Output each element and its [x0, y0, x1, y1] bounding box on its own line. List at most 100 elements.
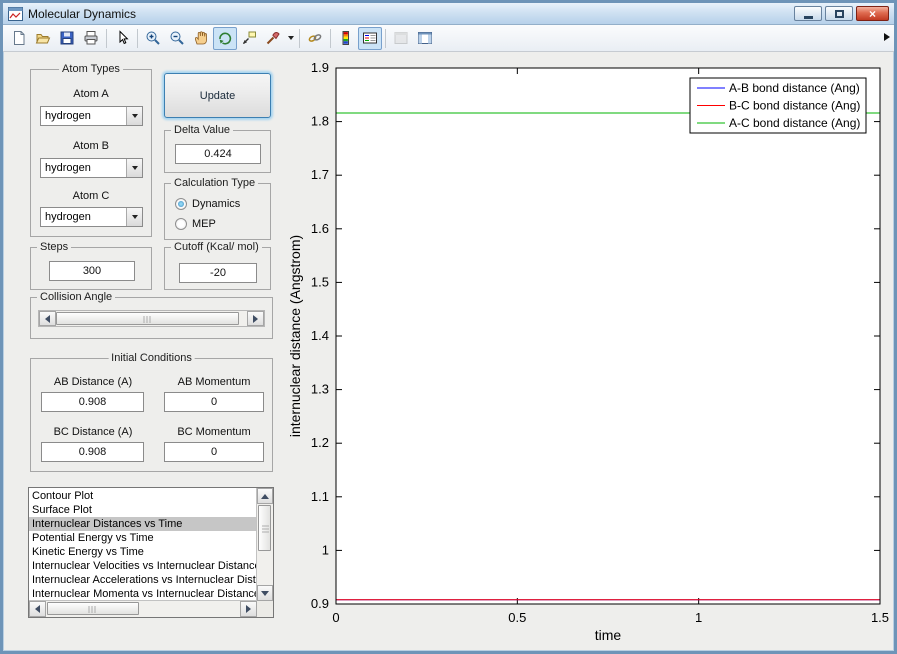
legend-entry-label: A-C bond distance (Ang) [729, 116, 860, 130]
atom-a-value: hydrogen [45, 110, 91, 122]
insert-colorbar-button[interactable] [334, 27, 358, 50]
calculation-type-panel: Calculation Type Dynamics MEP [164, 177, 271, 240]
slider-left-arrow[interactable] [39, 311, 56, 326]
ab-distance-input[interactable] [41, 392, 144, 412]
show-plot-tools-icon [418, 32, 432, 44]
brush-data-button[interactable] [261, 27, 285, 50]
data-cursor-button[interactable] [237, 27, 261, 50]
atom-types-panel: Atom Types Atom A hydrogen Atom B hydrog… [30, 63, 152, 237]
listbox-vscrollbar[interactable] [256, 488, 273, 601]
list-item[interactable]: Potential Energy vs Time [29, 531, 256, 545]
brush-data-icon [266, 32, 280, 45]
ab-momentum-label: AB Momentum [177, 376, 251, 388]
show-plot-tools-button[interactable] [413, 27, 437, 50]
window-title: Molecular Dynamics [28, 6, 137, 21]
radio-mep[interactable]: MEP [175, 217, 216, 231]
maximize-icon [834, 9, 844, 18]
vscroll-thumb[interactable] [258, 505, 271, 551]
arrow-down-icon [261, 590, 269, 596]
atom-b-value: hydrogen [45, 162, 91, 174]
zoom-out-icon [170, 31, 184, 45]
minimize-button[interactable] [794, 6, 822, 21]
atom-b-label: Atom B [72, 140, 110, 152]
window-controls: × [794, 6, 889, 21]
scroll-left-arrow[interactable] [29, 601, 46, 617]
close-button[interactable]: × [856, 6, 889, 21]
initial-conditions-panel-title: Initial Conditions [108, 352, 195, 364]
steps-input[interactable] [49, 261, 135, 281]
x-tick-label: 1 [695, 610, 702, 625]
plot-axes[interactable]: 0 0.5 1 1.5 0.9 1 1.1 1.2 1.3 1.4 1.5 1.6 1.7 1.8 1.9 t… [284, 54, 894, 651]
y-tick-label: 1.2 [311, 435, 329, 450]
bc-distance-input[interactable] [41, 442, 144, 462]
list-item[interactable]: Surface Plot [29, 503, 256, 517]
slider-right-arrow[interactable] [247, 311, 264, 326]
insert-legend-button[interactable] [358, 26, 382, 50]
ab-momentum-input[interactable] [164, 392, 264, 412]
edit-plot-button[interactable] [110, 27, 134, 50]
pan-button[interactable] [189, 27, 213, 50]
listbox-hscrollbar[interactable] [29, 600, 257, 617]
zoom-out-button[interactable] [165, 27, 189, 50]
list-item[interactable]: Contour Plot [29, 489, 256, 503]
zoom-in-button[interactable] [141, 27, 165, 50]
plot-legend[interactable]: A-B bond distance (Ang) B-C bond distance… [689, 77, 867, 134]
pan-hand-icon [194, 31, 207, 45]
open-file-button[interactable] [31, 27, 55, 50]
bc-momentum-input[interactable] [164, 442, 264, 462]
edit-plot-arrow-icon [119, 30, 129, 45]
y-axis-label: internuclear distance (Angstrom) [287, 235, 303, 437]
chevron-down-icon [131, 166, 138, 170]
update-button[interactable]: Update [164, 73, 271, 118]
hscroll-thumb[interactable] [47, 602, 139, 615]
list-item[interactable]: Internuclear Velocities vs Internuclear … [29, 559, 256, 573]
toolbar-overflow-icon[interactable] [884, 33, 890, 41]
new-figure-button[interactable] [7, 27, 31, 50]
open-file-icon [35, 34, 51, 44]
print-figure-button[interactable] [79, 27, 103, 50]
cutoff-input[interactable] [179, 263, 257, 283]
rotate-3d-icon [219, 32, 232, 45]
brush-dropdown-arrow[interactable] [285, 27, 296, 50]
rotate-3d-button[interactable] [213, 26, 237, 50]
titlebar[interactable]: Molecular Dynamics × [3, 3, 894, 25]
list-item[interactable]: Internuclear Accelerations vs Internucle… [29, 573, 256, 587]
scroll-right-arrow[interactable] [240, 601, 257, 617]
atom-a-dropdown-button[interactable] [126, 107, 142, 125]
list-item[interactable]: Internuclear Distances vs Time [29, 517, 256, 531]
figure-app-icon [8, 6, 23, 21]
hide-plot-tools-button[interactable] [389, 27, 413, 50]
y-tick-label: 1 [322, 542, 329, 557]
atom-b-dropdown[interactable]: hydrogen [40, 158, 143, 178]
collision-angle-slider[interactable] [38, 310, 265, 327]
initial-conditions-panel: Initial Conditions AB Distance (A) AB Mo… [30, 352, 273, 472]
cutoff-panel: Cutoff (Kcal/ mol) [164, 241, 271, 290]
scroll-down-arrow[interactable] [257, 585, 273, 601]
link-plot-button[interactable] [303, 27, 327, 50]
new-figure-icon [14, 31, 25, 45]
y-tick-label: 1.8 [311, 114, 329, 129]
arrow-right-icon [246, 605, 251, 613]
save-figure-icon [60, 31, 74, 45]
atom-c-dropdown-button[interactable] [126, 208, 142, 226]
plot-type-listbox[interactable]: Contour Plot Surface Plot Internuclear Dis… [28, 487, 274, 618]
plot-type-items: Contour Plot Surface Plot Internuclear Dis… [29, 489, 256, 600]
slider-thumb[interactable] [56, 312, 239, 325]
data-cursor-icon [243, 31, 256, 44]
delta-value-input[interactable] [175, 144, 261, 164]
plot-area[interactable] [336, 68, 880, 604]
collision-angle-panel-title: Collision Angle [37, 291, 116, 303]
list-item[interactable]: Internuclear Momenta vs Internuclear Dis… [29, 587, 256, 600]
list-item[interactable]: Kinetic Energy vs Time [29, 545, 256, 559]
toolbar-separator [137, 28, 138, 48]
save-figure-button[interactable] [55, 27, 79, 50]
toolbar-separator [385, 28, 386, 48]
maximize-button[interactable] [825, 6, 853, 21]
atom-c-dropdown[interactable]: hydrogen [40, 207, 143, 227]
radio-dynamics[interactable]: Dynamics [175, 197, 240, 211]
atom-a-dropdown[interactable]: hydrogen [40, 106, 143, 126]
scroll-up-arrow[interactable] [257, 488, 273, 504]
chevron-down-icon [131, 215, 138, 219]
toolbar-separator [330, 28, 331, 48]
atom-b-dropdown-button[interactable] [126, 159, 142, 177]
